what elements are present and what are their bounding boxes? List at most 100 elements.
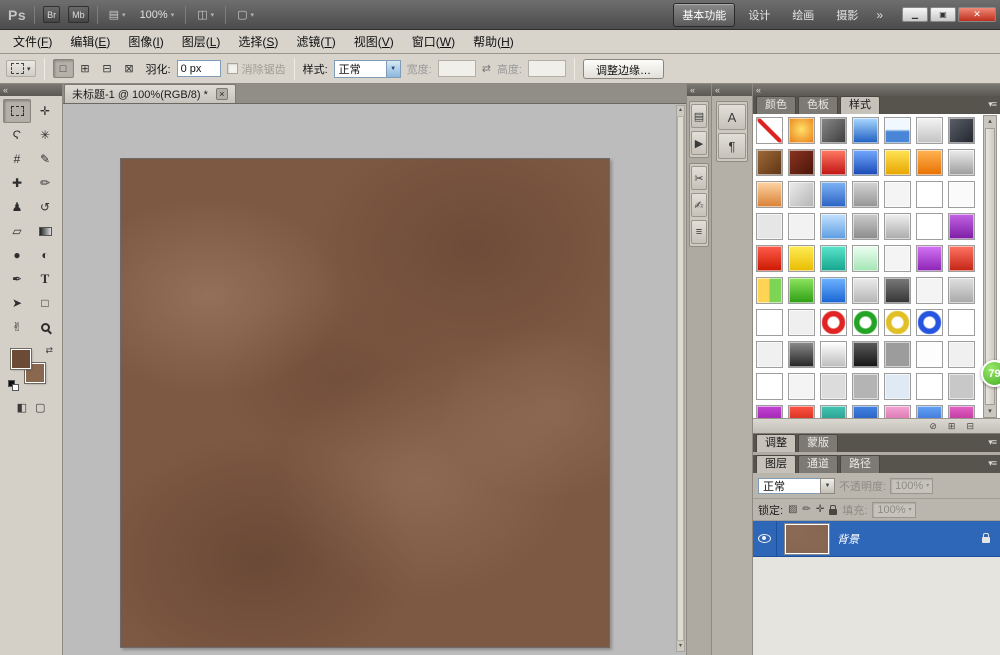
hand-tool[interactable]: ✌ — [3, 315, 31, 339]
screen-mode-button[interactable]: ▢ ▾ — [234, 6, 257, 23]
style-swatch[interactable] — [852, 245, 879, 272]
delete-style-button[interactable]: ⊟ — [966, 422, 974, 431]
workspace-overflow-button[interactable]: » — [876, 8, 883, 22]
style-swatch[interactable] — [756, 213, 783, 240]
style-swatch[interactable] — [788, 277, 815, 304]
menu-layer[interactable]: 图层(L) — [173, 30, 230, 53]
eyedropper-tool[interactable]: ✎ — [31, 147, 59, 171]
style-swatch[interactable] — [884, 149, 911, 176]
style-dropdown[interactable]: 正常 ▼ — [334, 60, 401, 78]
menu-view[interactable]: 视图(V) — [345, 30, 403, 53]
mini-bridge-button[interactable]: Mb — [68, 6, 89, 23]
menu-select[interactable]: 选择(S) — [229, 30, 287, 53]
new-selection-button[interactable]: □ — [53, 59, 74, 78]
style-swatch[interactable] — [788, 373, 815, 400]
collapse-panel-icon[interactable]: « — [715, 86, 720, 95]
menu-image[interactable]: 图像(I) — [119, 30, 172, 53]
panel-menu-icon[interactable]: ▾≡ — [988, 437, 996, 448]
dodge-tool[interactable]: ◐ — [31, 243, 59, 267]
quick-selection-tool[interactable]: ✳ — [31, 123, 59, 147]
blend-mode-dropdown[interactable]: 正常 ▼ — [758, 478, 835, 494]
tab-styles[interactable]: 样式 — [840, 96, 880, 114]
style-swatch[interactable] — [884, 405, 911, 419]
style-swatch[interactable] — [756, 117, 783, 144]
style-swatch[interactable] — [820, 405, 847, 419]
style-swatch[interactable] — [788, 149, 815, 176]
style-swatch[interactable] — [756, 309, 783, 336]
style-swatch[interactable] — [788, 181, 815, 208]
style-swatch[interactable] — [884, 213, 911, 240]
style-swatch[interactable] — [820, 213, 847, 240]
bridge-button[interactable]: Br — [43, 6, 60, 23]
layer-visibility-toggle[interactable] — [753, 521, 777, 556]
scroll-down-icon[interactable]: ▾ — [988, 406, 992, 417]
style-swatch[interactable] — [788, 213, 815, 240]
swap-colors-icon[interactable]: ⇄ — [45, 345, 53, 356]
style-swatch[interactable] — [916, 373, 943, 400]
collapse-panel-icon[interactable]: « — [3, 86, 8, 95]
path-selection-tool[interactable]: ➤ — [3, 291, 31, 315]
style-swatch[interactable] — [948, 117, 975, 144]
style-swatch[interactable] — [916, 309, 943, 336]
refine-edge-button[interactable]: 调整边缘… — [583, 59, 664, 79]
layer-thumbnail[interactable] — [785, 524, 829, 554]
layer-row[interactable]: 背景 — [753, 521, 1000, 557]
swap-dimensions-icon[interactable]: ⇄ — [482, 62, 491, 75]
tab-color[interactable]: 颜色 — [756, 96, 796, 114]
navigator-panel-icon[interactable]: ▤ — [691, 104, 707, 128]
rectangular-marquee-tool[interactable] — [3, 99, 31, 123]
style-swatch[interactable] — [788, 245, 815, 272]
spot-healing-brush-tool[interactable]: ✚ — [3, 171, 31, 195]
style-swatch[interactable] — [852, 181, 879, 208]
lock-position-icon[interactable]: ✛ — [816, 505, 824, 515]
screen-mode-toggle-button[interactable]: ▢ — [35, 401, 45, 414]
history-brush-tool[interactable]: ↺ — [31, 195, 59, 219]
clone-stamp-tool[interactable]: ♟ — [3, 195, 31, 219]
style-swatch[interactable] — [948, 245, 975, 272]
style-swatch[interactable] — [820, 309, 847, 336]
style-swatch[interactable] — [916, 245, 943, 272]
panel-menu-icon[interactable]: ▾≡ — [988, 458, 996, 469]
lock-transparent-pixels-icon[interactable]: ▨ — [788, 505, 797, 515]
view-extras-button[interactable]: ▤ ▾ — [106, 6, 129, 23]
style-swatch[interactable] — [756, 277, 783, 304]
style-swatch[interactable] — [852, 117, 879, 144]
minimize-button[interactable]: ▁ — [902, 7, 928, 22]
move-tool[interactable]: ✛ — [31, 99, 59, 123]
style-swatch[interactable] — [884, 245, 911, 272]
style-swatch[interactable] — [948, 213, 975, 240]
zoom-level-dropdown[interactable]: 100% ▾ — [137, 7, 178, 23]
blur-tool[interactable]: ● — [3, 243, 31, 267]
style-swatch[interactable] — [948, 149, 975, 176]
character-panel-icon[interactable]: A — [718, 104, 746, 130]
tab-masks[interactable]: 蒙版 — [798, 434, 838, 452]
brush-tool[interactable]: ✏ — [31, 171, 59, 195]
notes-panel-icon[interactable]: ✍ — [691, 193, 707, 217]
layer-comps-panel-icon[interactable]: ≡ — [691, 220, 707, 244]
document-tab-close-icon[interactable]: × — [216, 88, 228, 100]
document-tab[interactable]: 未标题-1 @ 100%(RGB/8) * × — [64, 84, 236, 103]
foreground-color-swatch[interactable] — [11, 349, 31, 369]
menu-filter[interactable]: 滤镜(T) — [287, 30, 344, 53]
style-swatch[interactable] — [756, 341, 783, 368]
style-swatch[interactable] — [788, 341, 815, 368]
tab-paths[interactable]: 路径 — [840, 455, 880, 473]
style-swatch[interactable] — [756, 181, 783, 208]
style-swatch[interactable] — [916, 405, 943, 419]
tab-layers[interactable]: 图层 — [756, 455, 796, 473]
style-swatch[interactable] — [948, 181, 975, 208]
lasso-tool[interactable]: Ϛ — [3, 123, 31, 147]
style-swatch[interactable] — [852, 213, 879, 240]
close-button[interactable]: ✕ — [958, 7, 996, 22]
horizontal-type-tool[interactable]: T — [31, 267, 59, 291]
workspace-button[interactable]: 基本功能 — [673, 3, 735, 27]
menu-edit[interactable]: 编辑(E) — [61, 30, 119, 53]
style-swatch[interactable] — [916, 341, 943, 368]
lock-image-pixels-icon[interactable]: ✏ — [803, 505, 811, 515]
menu-window[interactable]: 窗口(W) — [403, 30, 464, 53]
menu-help[interactable]: 帮助(H) — [464, 30, 523, 53]
eraser-tool[interactable]: ▱ — [3, 219, 31, 243]
style-swatch[interactable] — [948, 373, 975, 400]
workspace-button[interactable]: 摄影 — [827, 3, 867, 27]
style-swatch[interactable] — [788, 405, 815, 419]
